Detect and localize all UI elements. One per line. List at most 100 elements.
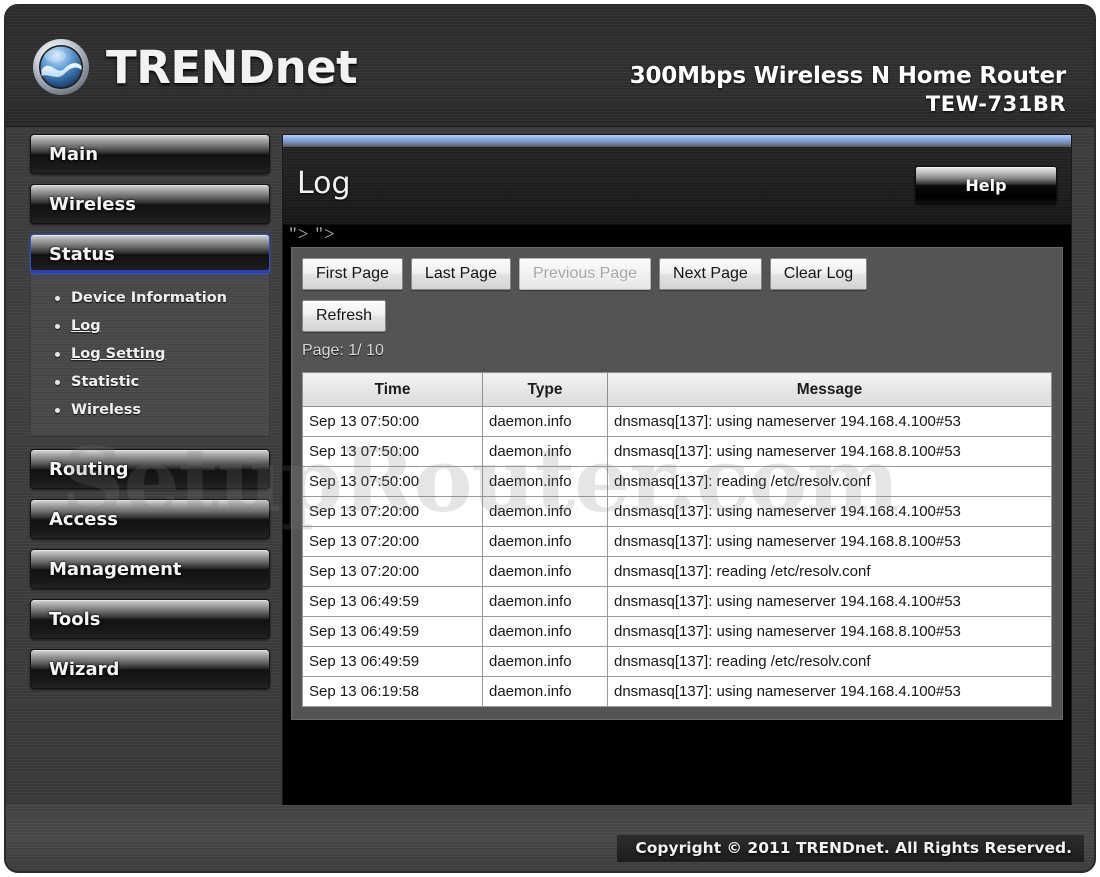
cell-type: daemon.info (482, 586, 608, 617)
button-label: Last Page (424, 265, 497, 282)
sidebar-subitem-label: Device Information (71, 290, 227, 306)
clear-log-button[interactable]: Clear Log (769, 258, 868, 290)
table-row: Sep 13 07:20:00 daemon.info dnsmasq[137]: … (302, 526, 1052, 557)
trendnet-globe-logo-icon (30, 36, 92, 98)
bullet-icon (55, 407, 60, 413)
cell-message: dnsmasq[137]: using nameserver 194.168.4… (607, 496, 1052, 527)
brand-name: TRENDnet (106, 40, 358, 94)
sidebar-item-label: Wizard (49, 658, 120, 680)
cell-time: Sep 13 07:20:00 (302, 496, 483, 527)
cell-time: Sep 13 06:19:58 (302, 676, 483, 707)
button-label: First Page (316, 265, 389, 282)
refresh-button[interactable]: Refresh (302, 300, 387, 332)
cell-time: Sep 13 06:49:59 (302, 646, 483, 677)
log-panel-body: First Page Last Page Previous Page Next … (291, 247, 1063, 720)
table-row: Sep 13 07:20:00 daemon.info dnsmasq[137]: … (302, 496, 1052, 527)
cell-time: Sep 13 07:50:00 (302, 436, 483, 467)
sidebar-item-wizard[interactable]: Wizard (30, 649, 270, 689)
last-page-button[interactable]: Last Page (410, 258, 511, 290)
table-row: Sep 13 06:49:59 daemon.info dnsmasq[137]: … (302, 586, 1052, 617)
sidebar-subitem-device-information[interactable]: Device Information (31, 284, 269, 312)
cell-type: daemon.info (482, 496, 608, 527)
cell-type: daemon.info (482, 406, 608, 437)
product-name: 300Mbps Wireless N Home Router (629, 63, 1066, 89)
breadcrumb: "> "> (283, 225, 1071, 247)
log-table: Time Type Message Sep 13 07:50:00 daemon.… (302, 372, 1052, 707)
first-page-button[interactable]: First Page (302, 258, 403, 290)
brand-logo[interactable]: TRENDnet (30, 36, 358, 98)
cell-time: Sep 13 07:50:00 (302, 466, 483, 497)
sidebar-item-main[interactable]: Main (30, 134, 270, 174)
sidebar-navigation: Main Wireless Status Device Information … (30, 134, 270, 699)
button-label: Clear Log (783, 265, 854, 282)
sidebar-item-wireless[interactable]: Wireless (30, 184, 270, 224)
cell-time: Sep 13 07:20:00 (302, 526, 483, 557)
sidebar-item-routing[interactable]: Routing (30, 449, 270, 489)
help-button[interactable]: Help (915, 166, 1057, 204)
cell-type: daemon.info (482, 616, 608, 647)
page-title: Log (297, 166, 351, 201)
refresh-toolbar: Refresh (302, 300, 1052, 332)
page-footer: Copyright © 2011 TRENDnet. All Rights Re… (6, 805, 1094, 871)
cell-message: dnsmasq[137]: using nameserver 194.168.4… (607, 406, 1052, 437)
column-header-message: Message (607, 372, 1052, 407)
sidebar-item-label: Tools (49, 608, 101, 630)
cell-type: daemon.info (482, 466, 608, 497)
help-button-label: Help (965, 175, 1007, 195)
sidebar-item-label: Main (49, 143, 99, 165)
cell-message: dnsmasq[137]: using nameserver 194.168.4… (607, 586, 1052, 617)
sidebar-item-label: Routing (49, 458, 129, 480)
cell-message: dnsmasq[137]: using nameserver 194.168.8… (607, 616, 1052, 647)
model-number: TEW-731BR (925, 91, 1066, 116)
table-row: Sep 13 06:49:59 daemon.info dnsmasq[137]: … (302, 616, 1052, 647)
sidebar-item-label: Wireless (49, 193, 136, 215)
product-model-info: 300Mbps Wireless N Home Router TEW-731BR (630, 62, 1066, 117)
sidebar-subitem-statistic[interactable]: Statistic (31, 368, 269, 396)
table-row: Sep 13 07:20:00 daemon.info dnsmasq[137]: … (302, 556, 1052, 587)
table-row: Sep 13 07:50:00 daemon.info dnsmasq[137]: … (302, 466, 1052, 497)
table-row: Sep 13 06:19:58 daemon.info dnsmasq[137]: … (302, 676, 1052, 707)
sidebar-item-management[interactable]: Management (30, 549, 270, 589)
page-indicator: Page: 1/ 10 (302, 342, 384, 359)
cell-time: Sep 13 06:49:59 (302, 616, 483, 647)
cell-type: daemon.info (482, 676, 608, 707)
cell-message: dnsmasq[137]: using nameserver 194.168.4… (607, 676, 1052, 707)
main-content-panel: Log Help "> "> First Page Last Page Prev… (282, 134, 1072, 806)
log-table-body: Sep 13 07:50:00 daemon.info dnsmasq[137]: … (302, 406, 1052, 707)
bullet-icon (55, 323, 60, 329)
column-header-type: Type (482, 372, 608, 407)
column-header-time: Time (302, 372, 483, 407)
sidebar-item-status[interactable]: Status (30, 234, 270, 274)
sidebar-subitem-log-setting[interactable]: Log Setting (31, 340, 269, 368)
table-row: Sep 13 07:50:00 daemon.info dnsmasq[137]: … (302, 436, 1052, 467)
cell-type: daemon.info (482, 526, 608, 557)
table-row: Sep 13 06:49:59 daemon.info dnsmasq[137]: … (302, 646, 1052, 677)
sidebar-item-tools[interactable]: Tools (30, 599, 270, 639)
router-admin-page: TRENDnet 300Mbps Wireless N Home Router … (4, 4, 1096, 873)
cell-time: Sep 13 07:50:00 (302, 406, 483, 437)
table-row: Sep 13 07:50:00 daemon.info dnsmasq[137]: … (302, 406, 1052, 437)
sidebar-subitem-wireless[interactable]: Wireless (31, 396, 269, 424)
button-label: Previous Page (532, 265, 638, 282)
cell-message: dnsmasq[137]: using nameserver 194.168.8… (607, 526, 1052, 557)
pagination-toolbar: First Page Last Page Previous Page Next … (302, 258, 1052, 290)
sidebar-item-label: Access (49, 508, 118, 530)
log-table-head: Time Type Message (302, 372, 1052, 407)
sidebar-item-label: Management (49, 558, 182, 580)
cell-type: daemon.info (482, 646, 608, 677)
cell-time: Sep 13 06:49:59 (302, 586, 483, 617)
cell-message: dnsmasq[137]: reading /etc/resolv.conf (607, 466, 1052, 497)
button-label: Next Page (673, 265, 748, 282)
next-page-button[interactable]: Next Page (659, 258, 762, 290)
cell-message: dnsmasq[137]: using nameserver 194.168.8… (607, 436, 1052, 467)
sidebar-subitem-label: Log Setting (71, 346, 166, 362)
sidebar-subitem-log[interactable]: Log (31, 312, 269, 340)
panel-top-accent-strip (283, 135, 1071, 148)
sidebar-item-access[interactable]: Access (30, 499, 270, 539)
copyright-text: Copyright © 2011 TRENDnet. All Rights Re… (617, 835, 1084, 862)
cell-time: Sep 13 07:20:00 (302, 556, 483, 587)
page-header: TRENDnet 300Mbps Wireless N Home Router … (6, 6, 1094, 127)
panel-title-bar: Log Help (283, 148, 1071, 225)
cell-message: dnsmasq[137]: reading /etc/resolv.conf (607, 556, 1052, 587)
sidebar-subitem-label: Log (71, 318, 101, 334)
